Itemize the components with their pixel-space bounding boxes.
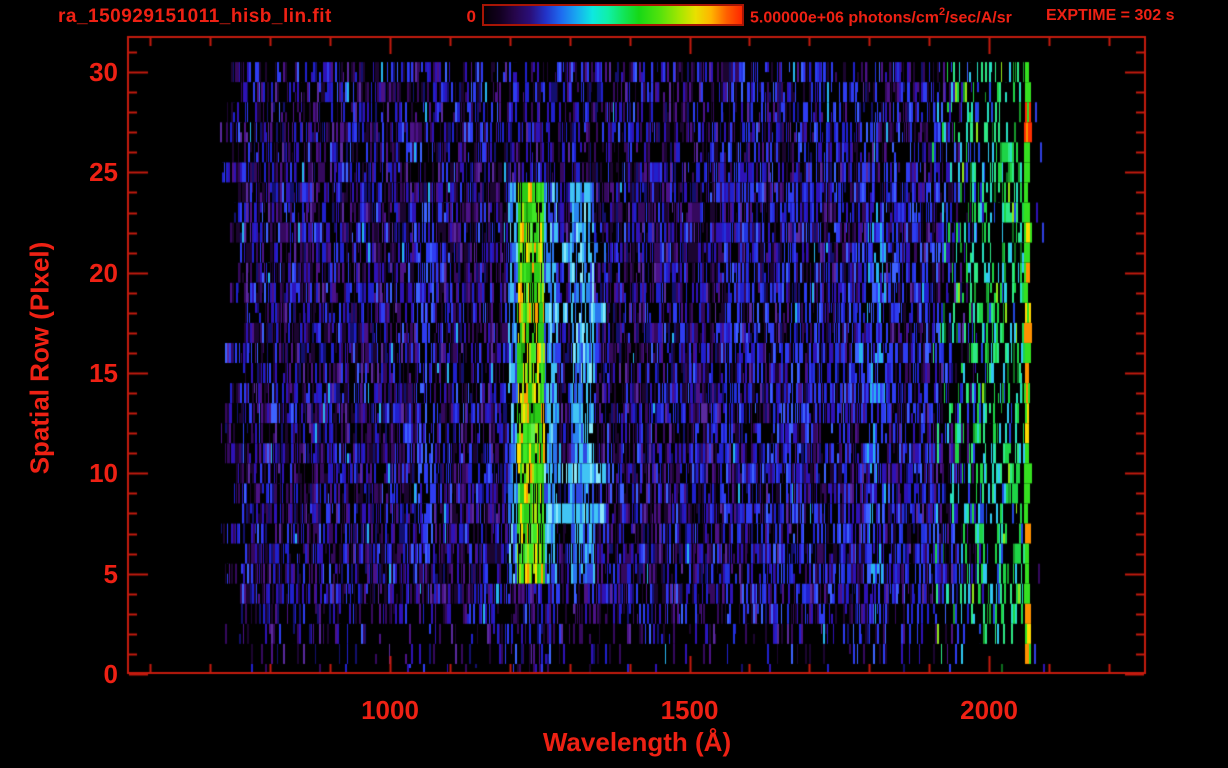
filename-title: ra_150929151011_hisb_lin.fit (58, 6, 332, 27)
colorbar-max-label-superscript: 2 (938, 6, 946, 18)
y-tick-label: 15 (89, 358, 118, 389)
y-tick-label: 20 (89, 257, 118, 288)
colorbar-max-label-prefix: 5.00000e+06 photons/cm (750, 9, 939, 27)
y-tick-label: 0 (103, 659, 118, 689)
x-axis-title: Wavelength (Å) (542, 727, 732, 757)
y-tick-label: 25 (89, 157, 118, 188)
spectrogram-canvas (0, 0, 1228, 768)
colorbar (482, 4, 744, 26)
x-tick-label: 2000 (960, 695, 1018, 725)
y-tick-label: 10 (89, 458, 118, 489)
x-tick-label: 1500 (660, 695, 719, 725)
colorbar-max-label-suffix: /sec/A/sr (945, 9, 1012, 27)
y-tick-label: 5 (103, 558, 118, 589)
colorbar-min-label: 0 (466, 7, 476, 26)
plot-window: ra_150929151011_hisb_lin.fit 0 5.00000e+… (0, 0, 1228, 768)
colorbar-max-label: 5.00000e+06 photons/cm2/sec/A/sr (750, 6, 1012, 27)
exptime-label: EXPTIME = 302 s (1046, 7, 1175, 24)
x-tick-label: 1000 (361, 695, 419, 725)
y-tick-label: 30 (89, 57, 118, 88)
